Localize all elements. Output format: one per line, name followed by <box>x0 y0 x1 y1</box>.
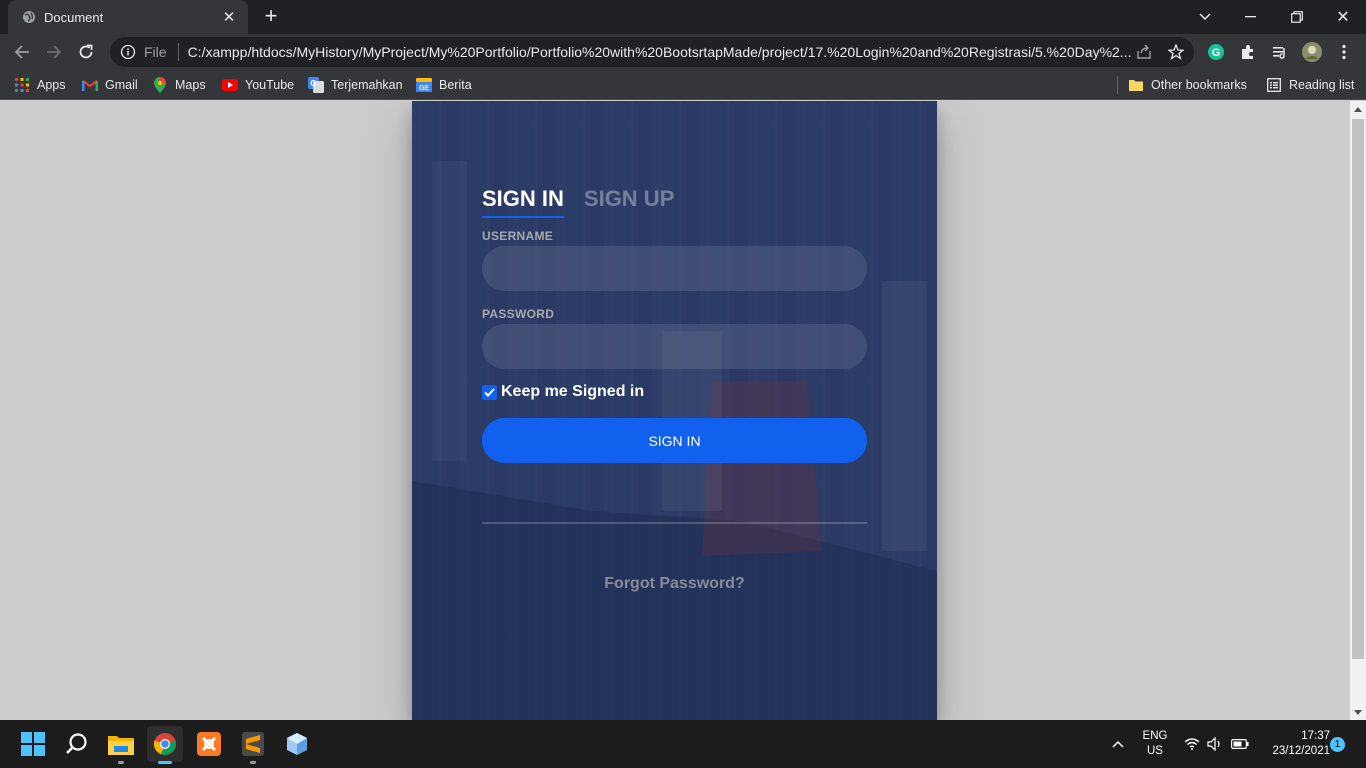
battery-icon[interactable] <box>1231 720 1251 768</box>
close-tab-icon[interactable]: ✕ <box>220 8 238 26</box>
form-divider <box>482 522 867 524</box>
language-code: ENG <box>1142 730 1168 742</box>
other-bookmarks-label: Other bookmarks <box>1151 78 1247 92</box>
username-label: USERNAME <box>482 229 554 243</box>
bookmark-label: Apps <box>37 78 66 92</box>
system-clock[interactable]: 17:37 23/12/2021 <box>1258 729 1330 759</box>
profile-avatar[interactable] <box>1300 40 1324 64</box>
gmail-icon <box>82 77 98 93</box>
globe-icon <box>22 10 36 24</box>
bookmarks-divider <box>1117 76 1118 94</box>
bookmarks-bar: Apps Gmail Maps YouTube G Terjemahkan GE… <box>0 70 1366 100</box>
reload-icon[interactable] <box>74 40 98 64</box>
volume-icon[interactable] <box>1207 720 1225 768</box>
bookmark-maps[interactable]: Maps <box>152 76 206 94</box>
forgot-password-link[interactable]: Forgot Password? <box>482 575 867 593</box>
login-panel: SIGN IN SIGN UP USERNAME PASSWORD Keep m… <box>412 101 937 720</box>
password-label: PASSWORD <box>482 307 555 321</box>
sign-in-button[interactable]: SIGN IN <box>482 418 867 463</box>
address-bar[interactable]: File C:/xampp/htdocs/MyHistory/MyProject… <box>110 37 1194 67</box>
news-icon: GE <box>416 77 432 93</box>
language-indicator[interactable]: ENG US <box>1137 729 1173 759</box>
running-indicator <box>250 761 256 764</box>
active-indicator <box>158 761 172 764</box>
maps-icon <box>152 77 168 93</box>
folder-icon <box>1128 77 1144 93</box>
more-menu-icon[interactable] <box>1332 40 1356 64</box>
url-scheme-label: File <box>144 44 167 60</box>
search-icon[interactable] <box>59 726 95 762</box>
extensions-puzzle-icon[interactable] <box>1236 40 1260 64</box>
tab-sign-up[interactable]: SIGN UP <box>584 186 674 218</box>
bookmark-label: Terjemahkan <box>331 78 403 92</box>
windows-taskbar: ENG US 17:37 23/12/2021 <box>0 720 1366 768</box>
page-viewport: SIGN IN SIGN UP USERNAME PASSWORD Keep m… <box>0 101 1350 720</box>
bookmark-label: YouTube <box>245 78 295 92</box>
forward-arrow-icon[interactable] <box>42 40 66 64</box>
xampp-icon[interactable] <box>191 726 227 762</box>
keep-signed-in-row[interactable]: Keep me Signed in <box>482 383 644 401</box>
omnibox-divider <box>177 43 179 61</box>
bookmark-berita[interactable]: GE Berita <box>416 76 472 94</box>
scroll-down-arrow-icon[interactable] <box>1350 704 1366 720</box>
bookmark-terjemahkan[interactable]: G Terjemahkan <box>308 76 403 94</box>
tab-search-chevron-down-icon[interactable] <box>1190 0 1220 34</box>
clock-date: 23/12/2021 <box>1272 745 1330 757</box>
apps-grid-icon <box>14 77 30 93</box>
page-scrollbar[interactable] <box>1350 101 1366 720</box>
bookmark-apps[interactable]: Apps <box>14 76 66 94</box>
auth-tabs: SIGN IN SIGN UP <box>482 186 674 218</box>
close-window-button[interactable]: ✕ <box>1328 0 1358 34</box>
restore-button[interactable] <box>1282 0 1312 34</box>
show-hidden-icons-chevron-up-icon[interactable] <box>1112 720 1130 768</box>
reading-list-icon <box>1266 77 1282 93</box>
running-indicator <box>118 761 124 764</box>
tab-title: Document <box>44 9 104 25</box>
bookmark-label: Gmail <box>105 78 138 92</box>
bookmark-label: Maps <box>175 78 206 92</box>
tab-sign-in[interactable]: SIGN IN <box>482 186 564 218</box>
new-tab-button[interactable]: + <box>259 5 283 29</box>
keep-signed-in-checkbox[interactable] <box>482 384 497 400</box>
bookmark-gmail[interactable]: Gmail <box>82 76 138 94</box>
translate-icon: G <box>308 77 324 93</box>
url-text[interactable]: C:/xampp/htdocs/MyHistory/MyProject/My%2… <box>188 44 1132 60</box>
share-icon[interactable] <box>1132 40 1156 64</box>
browser-toolbar: File C:/xampp/htdocs/MyHistory/MyProject… <box>0 34 1366 70</box>
svg-text:G: G <box>1212 47 1221 59</box>
username-input[interactable] <box>482 246 867 291</box>
chrome-icon[interactable] <box>147 726 183 764</box>
svg-text:GE: GE <box>419 85 429 92</box>
windows-start-icon[interactable] <box>15 726 51 762</box>
back-arrow-icon[interactable] <box>10 40 34 64</box>
bookmark-label: Berita <box>439 78 472 92</box>
reading-list-button[interactable]: Reading list <box>1266 76 1354 94</box>
file-explorer-icon[interactable] <box>103 726 139 764</box>
media-playlist-icon[interactable] <box>1268 40 1292 64</box>
browser-tab-strip: Document ✕ + ✕ <box>0 0 1366 34</box>
wifi-icon[interactable] <box>1184 720 1202 768</box>
minimize-button[interactable] <box>1235 0 1265 34</box>
grammarly-icon[interactable]: G <box>1204 40 1228 64</box>
other-bookmarks-folder[interactable]: Other bookmarks <box>1128 76 1247 94</box>
notification-badge[interactable]: 1 <box>1330 737 1345 752</box>
scrollbar-thumb[interactable] <box>1352 119 1364 659</box>
password-input[interactable] <box>482 324 867 369</box>
info-icon[interactable] <box>120 44 136 60</box>
region-code: US <box>1147 745 1163 757</box>
app-cube-icon[interactable] <box>279 726 315 762</box>
checkmark-icon <box>484 387 495 397</box>
reading-list-label: Reading list <box>1289 78 1355 92</box>
scroll-up-arrow-icon[interactable] <box>1350 101 1366 117</box>
clock-time: 17:37 <box>1301 730 1330 742</box>
keep-signed-in-label: Keep me Signed in <box>501 383 645 400</box>
browser-tab[interactable]: Document ✕ <box>8 0 248 34</box>
svg-text:G: G <box>310 79 316 88</box>
bookmark-youtube[interactable]: YouTube <box>222 76 294 94</box>
bookmark-star-icon[interactable] <box>1164 40 1188 64</box>
sublime-text-icon[interactable] <box>235 726 271 764</box>
youtube-icon <box>222 77 238 93</box>
